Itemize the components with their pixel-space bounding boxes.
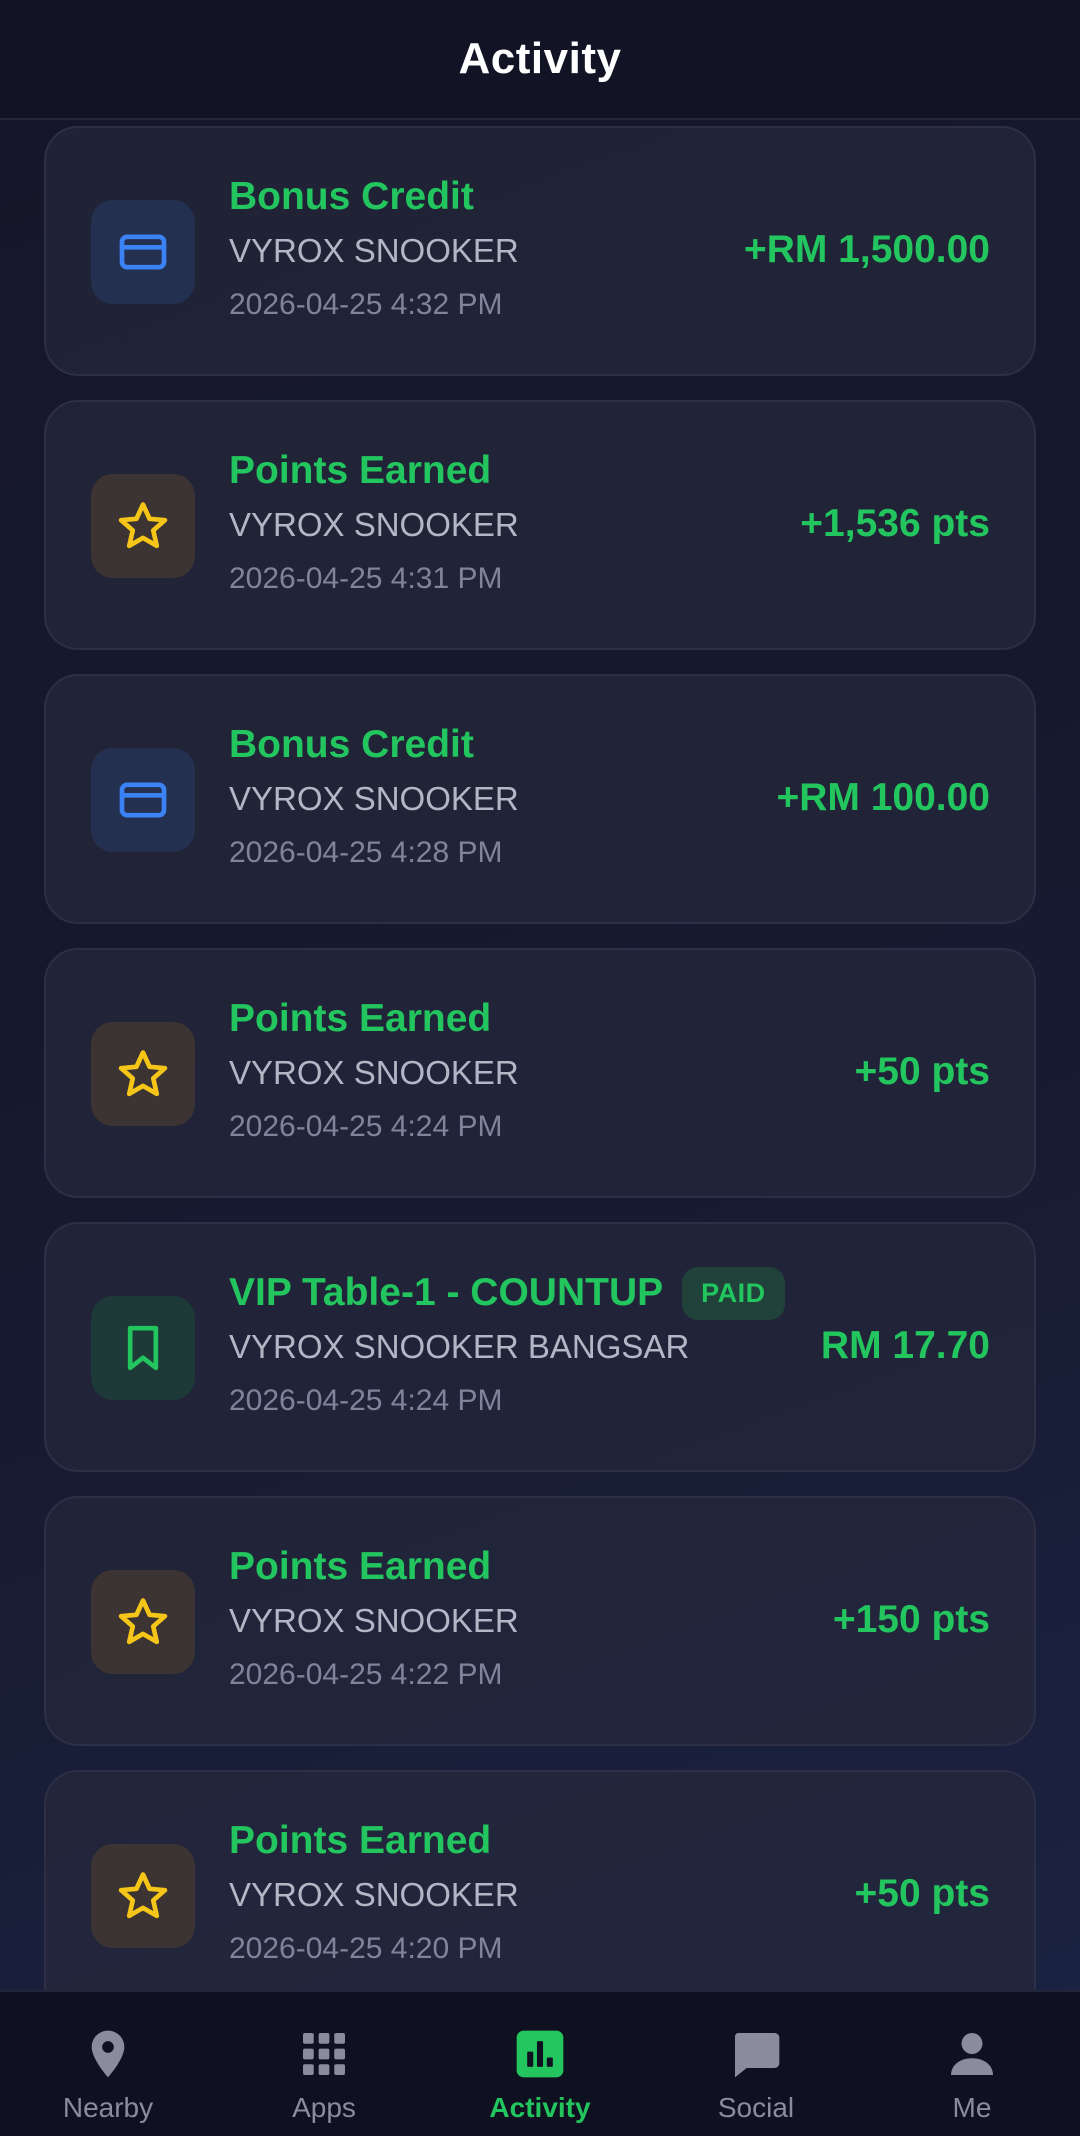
transaction-merchant: VYROX SNOOKER: [229, 232, 519, 269]
transaction-card[interactable]: Points Earned VYROX SNOOKER 2026-04-25 4…: [44, 400, 1036, 650]
nav-item-nearby[interactable]: Nearby: [0, 1992, 216, 2136]
transaction-time: 2026-04-25 4:22 PM: [229, 1658, 503, 1691]
nav-item-me[interactable]: Me: [864, 1992, 1080, 2136]
transaction-time: 2026-04-25 4:20 PM: [229, 1932, 503, 1965]
transaction-title: Bonus Credit: [229, 175, 474, 218]
bookmark-icon: [91, 1296, 195, 1400]
transaction-amount: +1,536 pts: [800, 502, 990, 545]
transaction-title: Points Earned: [229, 1819, 492, 1862]
grid-icon: [296, 2026, 352, 2082]
transaction-card[interactable]: Points Earned VYROX SNOOKER 2026-04-25 4…: [44, 948, 1036, 1198]
transaction-amount: +RM 100.00: [776, 776, 990, 819]
transaction-amount: +50 pts: [854, 1872, 991, 1915]
status-badge: PAID: [682, 1266, 785, 1320]
transaction-merchant: VYROX SNOOKER: [229, 1602, 519, 1639]
transaction-time: 2026-04-25 4:24 PM: [229, 1110, 503, 1143]
transaction-title: Points Earned: [229, 449, 492, 492]
transaction-time: 2026-04-25 4:31 PM: [229, 562, 503, 595]
credit-card-icon: [91, 200, 195, 304]
credit-card-icon: [91, 748, 195, 852]
transaction-details: Points Earned VYROX SNOOKER 2026-04-25 4…: [229, 1542, 519, 1692]
transaction-title: Points Earned: [229, 997, 492, 1040]
transaction-merchant: VYROX SNOOKER: [229, 506, 519, 543]
transaction-title: VIP Table-1 - COUNTUP: [229, 1271, 664, 1314]
nav-label: Me: [952, 2092, 992, 2123]
transaction-title: Bonus Credit: [229, 723, 474, 766]
person-icon: [944, 2026, 1000, 2082]
nav-label: Social: [717, 2092, 795, 2123]
transaction-title: Points Earned: [229, 1545, 492, 1588]
nav-item-social[interactable]: Social: [648, 1992, 864, 2136]
chat-bubble-icon: [728, 2026, 784, 2082]
transaction-time: 2026-04-25 4:28 PM: [229, 836, 503, 869]
transaction-card[interactable]: Bonus Credit VYROX SNOOKER 2026-04-25 4:…: [44, 674, 1036, 924]
nav-label: Nearby: [62, 2092, 154, 2123]
star-icon: [91, 1570, 195, 1674]
page-title: Activity: [458, 34, 622, 83]
activity-screen: Activity Bonus Credit VYROX SNOOKER 2026…: [0, 0, 1080, 2136]
transaction-details: Bonus Credit VYROX SNOOKER 2026-04-25 4:…: [229, 172, 519, 322]
transaction-amount: RM 17.70: [820, 1324, 990, 1367]
transaction-card[interactable]: Points Earned VYROX SNOOKER 2026-04-25 4…: [44, 1770, 1036, 2020]
nav-item-apps[interactable]: Apps: [216, 1992, 432, 2136]
transaction-merchant: VYROX SNOOKER BANGSAR: [229, 1328, 690, 1365]
transaction-merchant: VYROX SNOOKER: [229, 1876, 519, 1913]
transaction-card[interactable]: VIP Table-1 - COUNTUP PAID VYROX SNOOKER…: [44, 1222, 1036, 1472]
transaction-details: Points Earned VYROX SNOOKER 2026-04-25 4…: [229, 446, 519, 596]
transaction-card[interactable]: Bonus Credit VYROX SNOOKER 2026-04-25 4:…: [44, 126, 1036, 376]
star-icon: [91, 1844, 195, 1948]
transaction-card[interactable]: Points Earned VYROX SNOOKER 2026-04-25 4…: [44, 1496, 1036, 1746]
transaction-amount: +RM 1,500.00: [743, 228, 990, 271]
transaction-amount: +150 pts: [832, 1598, 990, 1641]
nav-label: Apps: [292, 2092, 356, 2123]
bottom-navigation: Nearby Apps Activity Social Me: [0, 1990, 1080, 2136]
transaction-details: Points Earned VYROX SNOOKER 2026-04-25 4…: [229, 1816, 519, 1966]
transaction-time: 2026-04-25 4:32 PM: [229, 288, 503, 321]
nav-label: Activity: [489, 2092, 591, 2123]
transaction-time: 2026-04-25 4:24 PM: [229, 1384, 503, 1417]
star-icon: [91, 474, 195, 578]
bar-chart-icon: [512, 2026, 568, 2082]
transaction-merchant: VYROX SNOOKER: [229, 1054, 519, 1091]
transaction-amount: +50 pts: [854, 1050, 991, 1093]
app-header: Activity: [0, 0, 1080, 120]
transaction-details: Bonus Credit VYROX SNOOKER 2026-04-25 4:…: [229, 720, 519, 870]
location-pin-icon: [80, 2026, 136, 2082]
transaction-list[interactable]: Bonus Credit VYROX SNOOKER 2026-04-25 4:…: [44, 126, 1036, 2044]
transaction-details: VIP Table-1 - COUNTUP PAID VYROX SNOOKER…: [229, 1266, 785, 1418]
transaction-details: Points Earned VYROX SNOOKER 2026-04-25 4…: [229, 994, 519, 1144]
transaction-merchant: VYROX SNOOKER: [229, 780, 519, 817]
nav-item-activity[interactable]: Activity: [432, 1992, 648, 2136]
star-icon: [91, 1022, 195, 1126]
